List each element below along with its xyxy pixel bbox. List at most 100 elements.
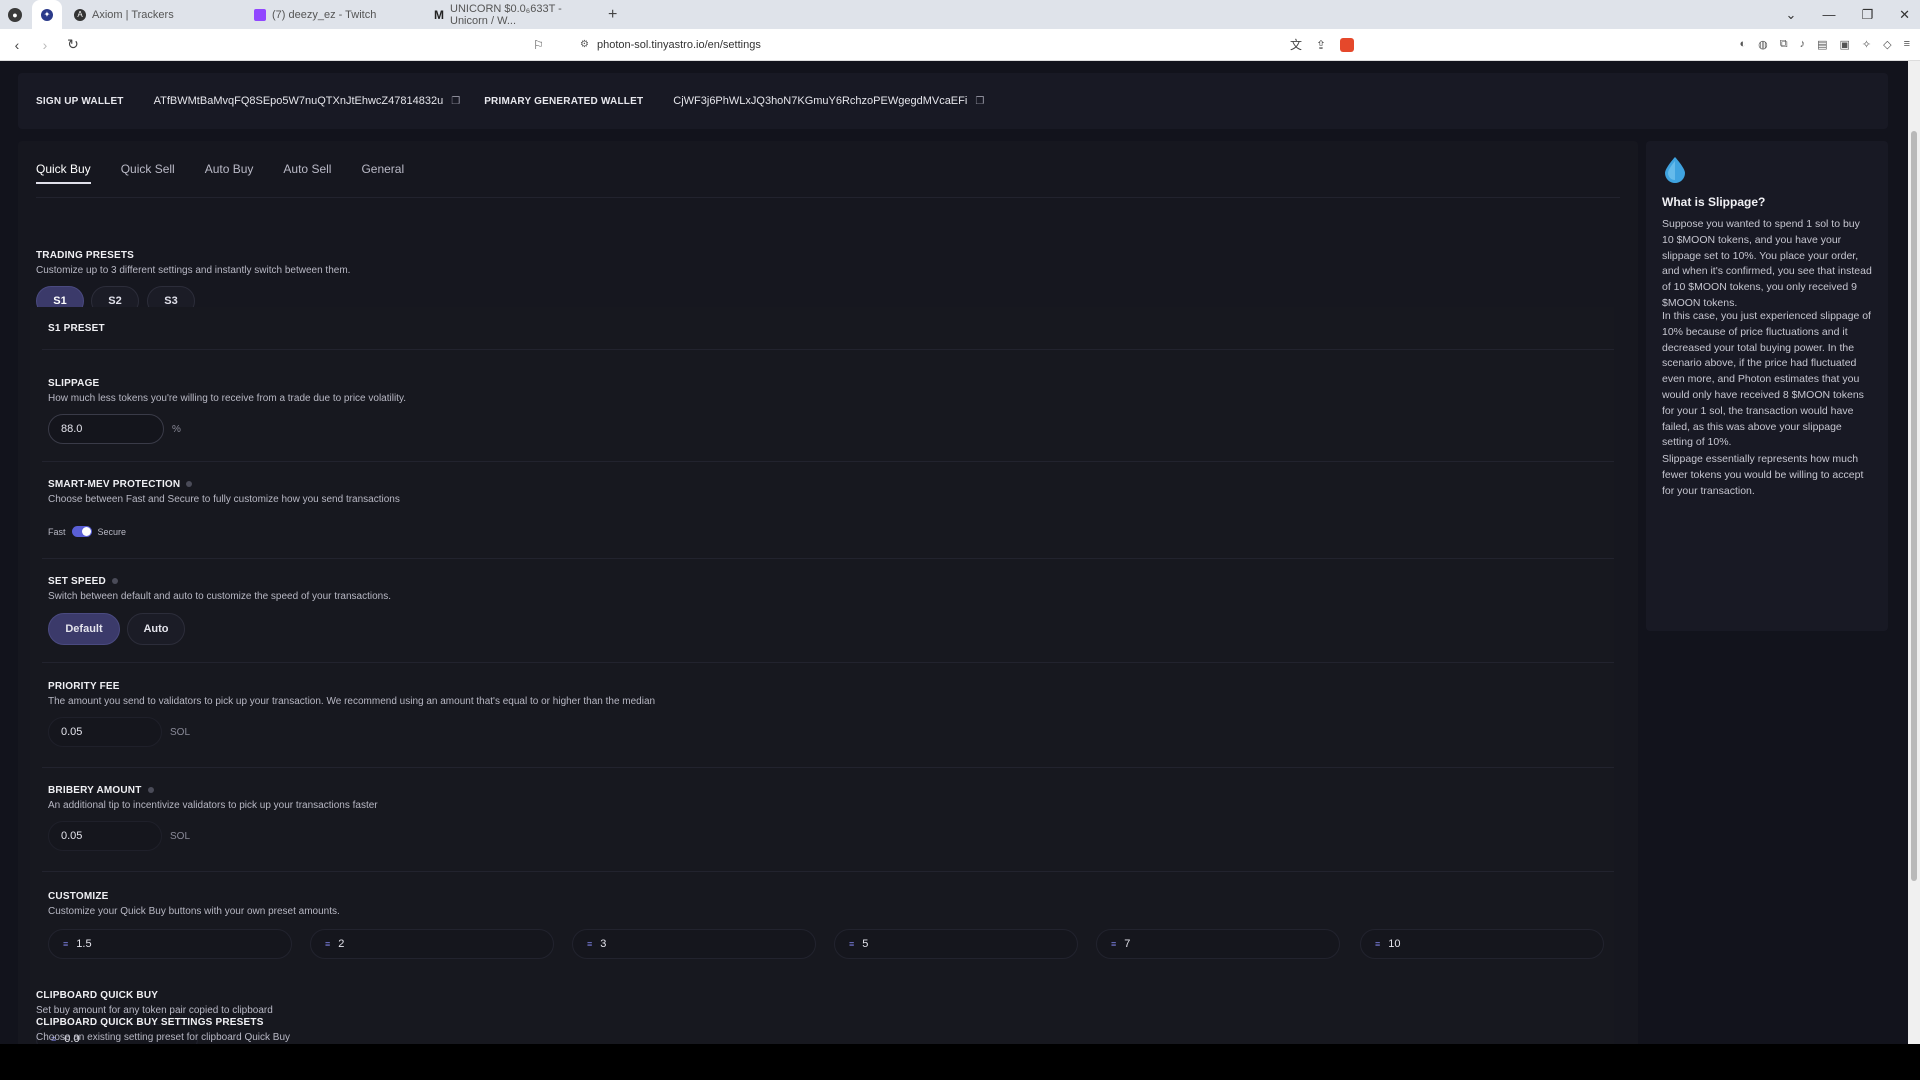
speed-default-button[interactable]: Default [48, 613, 120, 645]
restore-icon[interactable]: ❐ [1861, 7, 1873, 23]
divider [42, 558, 1614, 559]
help-paragraph-3: Slippage essentially represents how much… [1662, 453, 1864, 497]
wallet-bar: SIGN UP WALLET ATfBWMtBaMvqFQ8SEpo5W7nuQ… [18, 73, 1888, 129]
slippage-desc: How much less tokens you're willing to r… [48, 393, 406, 404]
clipboard-presets-title: CLIPBOARD QUICK BUY SETTINGS PRESETS [36, 1017, 264, 1028]
trading-presets-desc: Customize up to 3 different settings and… [36, 265, 351, 276]
help-paragraph-2: In this case, you just experienced slipp… [1662, 310, 1871, 449]
slippage-input[interactable]: 88.0 [48, 414, 164, 444]
bribery-title-text: BRIBERY AMOUNT [48, 785, 142, 796]
quick-buy-amount-4[interactable]: ≡ 5 [834, 929, 1078, 959]
sol-icon: ≡ [1111, 939, 1117, 949]
bribery-title: BRIBERY AMOUNT [48, 785, 154, 796]
puzzle-icon[interactable]: ⧉ [1780, 38, 1788, 51]
quick-buy-amount-5[interactable]: ≡ 7 [1096, 929, 1340, 959]
mev-toggle-row: Fast Secure [48, 526, 126, 537]
forward-icon[interactable]: › [34, 37, 56, 53]
quick-buy-amount-2[interactable]: ≡ 2 [310, 929, 554, 959]
settings-page: SIGN UP WALLET ATfBWMtBaMvqFQ8SEpo5W7nuQ… [0, 61, 1920, 1044]
trading-presets-title: TRADING PRESETS [36, 250, 135, 261]
tab-quick-buy[interactable]: Quick Buy [36, 154, 91, 184]
tab-auto-sell[interactable]: Auto Sell [283, 154, 331, 184]
customize-desc: Customize your Quick Buy buttons with yo… [48, 906, 340, 917]
fast-label: Fast [48, 526, 66, 537]
bribery-input[interactable]: 0.05 [48, 821, 162, 851]
tab-list-chevron-icon[interactable]: ⌄ [1786, 7, 1797, 23]
browser-tab-bar: ● ✦ A Axiom | Trackers (7) deezy_ez - Tw… [0, 0, 1920, 29]
axiom-favicon-icon: A [74, 8, 86, 21]
amount-value: 3 [600, 938, 607, 950]
priority-fee-desc: The amount you send to validators to pic… [48, 696, 656, 707]
speed-title: SET SPEED [48, 576, 118, 587]
browser-menu-icon[interactable]: ● [8, 7, 22, 22]
help-sidebar: What is Slippage? Suppose you wanted to … [1646, 141, 1888, 631]
speed-auto-button[interactable]: Auto [127, 613, 185, 645]
tab-unicorn[interactable]: M UNICORN $0.0₆633T - Unicorn / W... [422, 0, 602, 29]
photon-favicon-icon: ✦ [41, 8, 53, 21]
preset-heading: S1 PRESET [48, 323, 105, 334]
sol-icon: ≡ [325, 939, 331, 949]
tab-general[interactable]: General [361, 154, 404, 184]
tab-auto-buy[interactable]: Auto Buy [205, 154, 254, 184]
close-icon[interactable]: ✕ [1899, 7, 1910, 23]
info-icon[interactable] [111, 578, 118, 585]
copy-icon[interactable]: ❐ [975, 96, 984, 107]
speed-desc: Switch between default and auto to custo… [48, 591, 391, 602]
new-tab-plus-icon[interactable]: + [608, 6, 617, 24]
tab-label: (7) deezy_ez - Twitch [272, 8, 377, 21]
divider [42, 662, 1614, 663]
page-scrollbar[interactable] [1908, 61, 1920, 1044]
priority-fee-input[interactable]: 0.05 [48, 717, 162, 747]
mev-title: SMART-MEV PROTECTION [48, 479, 193, 490]
mev-toggle[interactable] [71, 526, 92, 537]
url-field[interactable]: ⚙ photon-sol.tinyastro.io/en/settings [580, 39, 761, 51]
globe-icon[interactable]: ◍ [1758, 38, 1768, 51]
mev-title-text: SMART-MEV PROTECTION [48, 479, 181, 490]
primary-wallet-label: PRIMARY GENERATED WALLET [484, 95, 644, 107]
info-icon[interactable] [186, 481, 193, 488]
speed-title-text: SET SPEED [48, 576, 106, 587]
tab-quick-sell[interactable]: Quick Sell [121, 154, 175, 184]
bribery-desc: An additional tip to incentivize validat… [48, 800, 378, 811]
tab-label: Axiom | Trackers [92, 8, 174, 21]
reload-icon[interactable]: ↻ [62, 36, 84, 53]
tab-photon[interactable]: ✦ [32, 0, 62, 29]
url-text: photon-sol.tinyastro.io/en/settings [596, 38, 761, 51]
tab-axiom[interactable]: A Axiom | Trackers [62, 0, 242, 29]
quick-buy-amount-1[interactable]: ≡ 1.5 [48, 929, 292, 959]
extension-icon[interactable]: ◐ [1739, 38, 1746, 51]
site-settings-icon[interactable]: ⚙ [580, 39, 589, 50]
back-icon[interactable]: ‹ [6, 37, 28, 53]
help-paragraph-1: Suppose you wanted to spend 1 sol to buy… [1662, 218, 1872, 309]
brave-shield-icon[interactable] [1340, 37, 1355, 52]
sidebar-icon[interactable]: ▤ [1817, 38, 1827, 51]
amount-value: 2 [338, 938, 345, 950]
tab-twitch[interactable]: (7) deezy_ez - Twitch [242, 0, 422, 29]
tabs-divider [36, 197, 1620, 198]
amount-value: 5 [862, 938, 869, 950]
copy-icon[interactable]: ❐ [451, 96, 460, 107]
music-icon[interactable]: ♪ [1800, 38, 1806, 51]
divider [42, 461, 1614, 462]
twitch-favicon-icon [254, 8, 266, 21]
info-icon[interactable] [147, 787, 154, 794]
bookmark-icon[interactable]: ⚐ [533, 38, 544, 52]
quick-buy-amount-6[interactable]: ≡ 10 [1360, 929, 1604, 959]
customize-title: CUSTOMIZE [48, 891, 109, 902]
help-title: What is Slippage? [1662, 195, 1766, 209]
translate-icon[interactable]: 文 [1290, 36, 1302, 53]
secure-label: Secure [97, 526, 127, 537]
sol-icon: ≡ [1375, 939, 1381, 949]
wallet-icon[interactable]: ▣ [1839, 38, 1849, 51]
m-favicon-icon: M [434, 7, 444, 22]
leo-icon[interactable]: ✧ [1862, 38, 1871, 51]
vpn-icon[interactable]: ◇ [1883, 38, 1891, 51]
scrollbar-thumb[interactable] [1911, 131, 1917, 881]
quick-buy-amount-3[interactable]: ≡ 3 [572, 929, 816, 959]
divider [42, 871, 1614, 872]
menu-icon[interactable]: ≡ [1904, 38, 1910, 51]
mev-desc: Choose between Fast and Secure to fully … [48, 494, 400, 505]
minimize-icon[interactable]: — [1822, 7, 1835, 22]
share-icon[interactable]: ⇪ [1316, 38, 1326, 52]
address-bar: ‹ › ↻ ⚐ ⚙ photon-sol.tinyastro.io/en/set… [0, 29, 1920, 61]
